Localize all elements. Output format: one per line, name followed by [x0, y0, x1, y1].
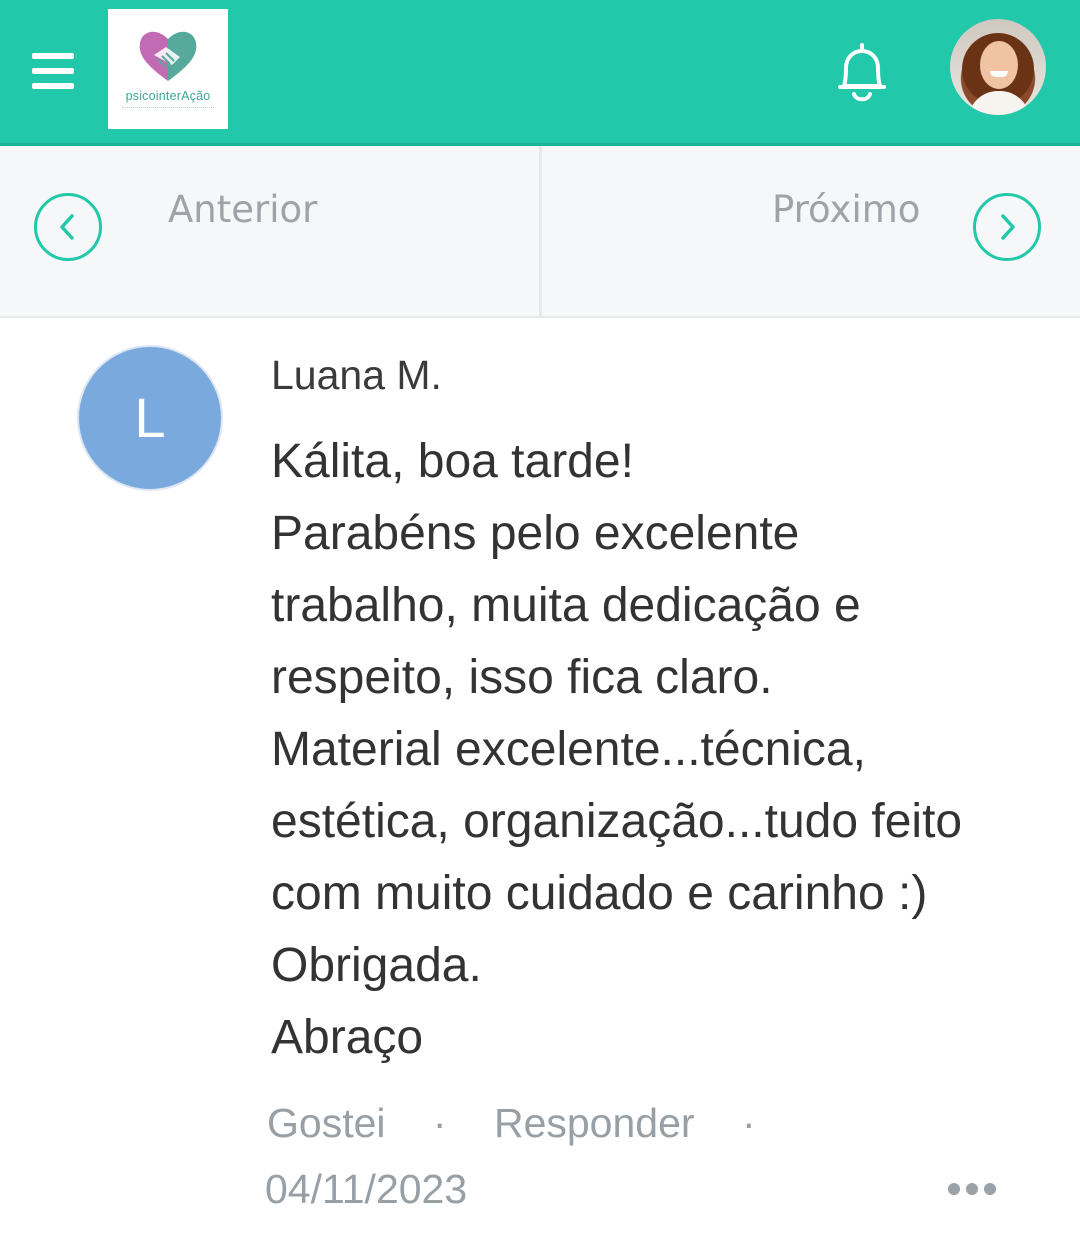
post-pager: Anterior Próximo — [0, 146, 1080, 318]
comment-line: estética, organização...tudo feito — [271, 795, 963, 848]
brand-logo[interactable]: psicointerAção — [108, 9, 228, 129]
avatar-initial: L — [134, 386, 166, 449]
separator-dot: · — [741, 1100, 756, 1146]
logo-subtitle — [122, 107, 214, 111]
more-options-icon[interactable] — [948, 1180, 1002, 1198]
bell-icon[interactable] — [832, 40, 892, 106]
comment-line: Abraço — [271, 1011, 424, 1064]
comment-author[interactable]: Luana M. — [271, 352, 442, 399]
comment-line: trabalho, muita dedicação e — [271, 579, 861, 632]
next-button[interactable] — [973, 193, 1041, 261]
top-app-bar: psicointerAção — [0, 0, 1080, 146]
comment-line: Kálita, boa tarde! — [271, 435, 634, 488]
separator-dot: · — [432, 1100, 447, 1146]
comment-line: com muito cuidado e carinho :) — [271, 867, 928, 920]
handshake-heart-icon — [139, 31, 197, 81]
comment-line: respeito, isso fica claro. — [271, 651, 773, 704]
previous-button[interactable] — [34, 193, 102, 261]
commenter-avatar[interactable]: L — [77, 345, 223, 491]
like-button[interactable]: Gostei — [267, 1100, 386, 1147]
comment-actions: Gostei · Responder · — [267, 1100, 792, 1147]
previous-label[interactable]: Anterior — [168, 188, 317, 231]
hamburger-menu-icon[interactable] — [32, 53, 74, 91]
chevron-right-icon — [1001, 214, 1015, 240]
reply-button[interactable]: Responder — [494, 1100, 695, 1147]
comment-date: 04/11/2023 — [265, 1166, 468, 1212]
logo-text: psicointerAção — [125, 89, 211, 103]
comment-body: Kálita, boa tarde! Parabéns pelo excelen… — [271, 426, 1041, 1074]
comment-line: Material excelente...técnica, — [271, 723, 866, 776]
pager-divider — [539, 146, 542, 316]
chevron-left-icon — [60, 214, 74, 240]
next-label[interactable]: Próximo — [772, 188, 920, 231]
user-avatar[interactable] — [950, 19, 1046, 115]
comment-line: Obrigada. — [271, 939, 482, 992]
comment-line: Parabéns pelo excelente — [271, 507, 800, 560]
